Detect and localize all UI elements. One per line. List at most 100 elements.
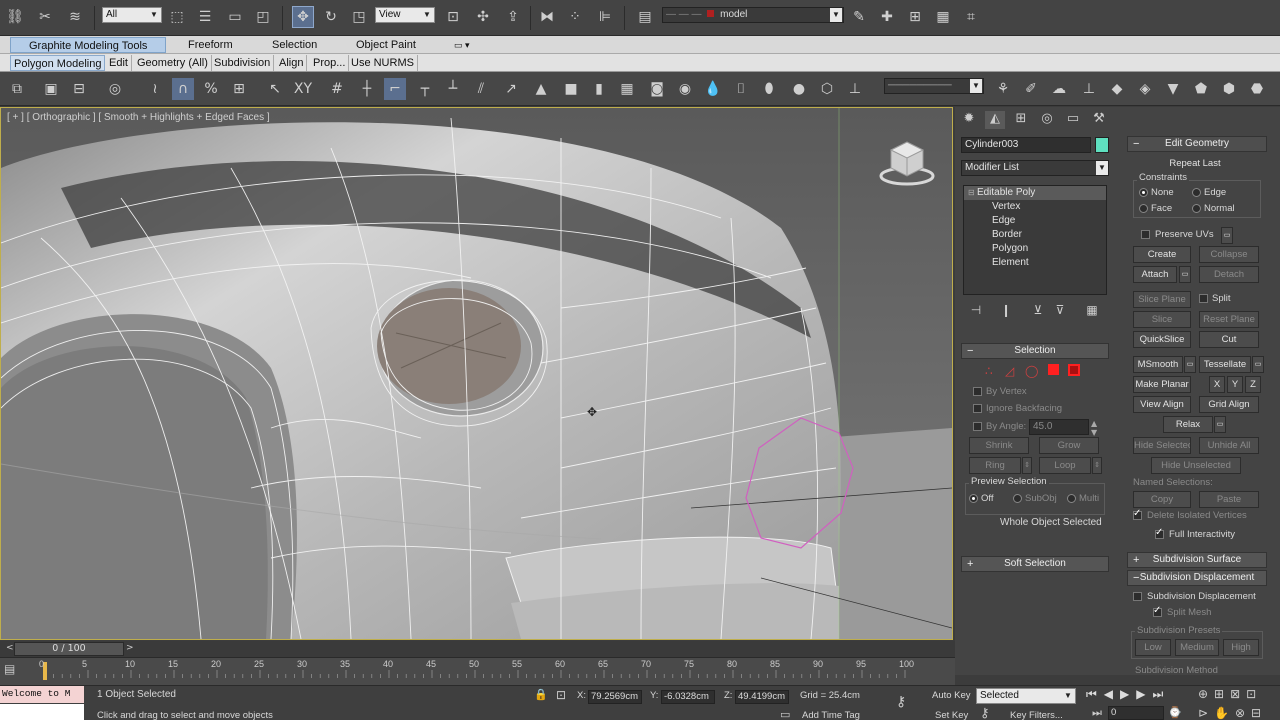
capsule-icon[interactable]: ⬮ <box>758 78 780 100</box>
preview-subobj-radio[interactable] <box>1013 494 1022 503</box>
set-key-icon[interactable]: ⚷ <box>980 706 990 720</box>
y-coord-field[interactable]: -6.0328cm <box>661 690 715 704</box>
snap-icon[interactable]: ⁘ <box>564 6 586 28</box>
window-crossing-icon[interactable]: ◰ <box>252 6 274 28</box>
grid-align-button[interactable]: Grid Align <box>1199 396 1259 413</box>
tube-icon[interactable]: ◙ <box>646 78 668 100</box>
preset-low-button[interactable]: Low <box>1135 639 1171 656</box>
stack-item-edge[interactable]: Edge <box>964 214 1106 228</box>
curve-editor-icon[interactable]: ⌗ <box>960 6 982 28</box>
angle-value-field[interactable]: 45.0 <box>1029 419 1089 435</box>
time-slider[interactable]: < 0 / 100 > <box>0 641 955 657</box>
ring-spinner-icon[interactable]: ⇕ <box>1022 457 1032 474</box>
constraint-normal-radio[interactable] <box>1192 204 1201 213</box>
perspective-viewport[interactable]: ✥ [ + ] [ Orthographic ] [ Smooth + High… <box>0 107 953 640</box>
percent-icon[interactable]: % <box>200 78 222 100</box>
pivot-icon[interactable]: ⊡ <box>442 6 464 28</box>
layer-icon[interactable]: ▤ <box>634 6 656 28</box>
by-vertex-checkbox[interactable] <box>973 387 982 396</box>
make-planar-button[interactable]: Make Planar <box>1133 376 1191 393</box>
modifier-list-dropdown[interactable]: Modifier List ▼ <box>961 160 1109 176</box>
key-mode-dropdown[interactable]: Selected ▼ <box>976 688 1076 704</box>
pinch-icon[interactable]: ◆ <box>1106 78 1128 100</box>
remove-modifier-icon[interactable]: ⊽ <box>1049 299 1071 321</box>
tessellate-button[interactable]: Tessellate <box>1199 356 1251 373</box>
configure-sets-icon[interactable]: ▦ <box>1081 299 1103 321</box>
brush-dropdown[interactable]: ───────── ▼ <box>884 78 984 94</box>
lock-icon[interactable]: 🔒 <box>534 688 548 701</box>
ignore-backfacing-checkbox[interactable] <box>973 404 982 413</box>
deform-icon[interactable]: ⚘ <box>992 78 1014 100</box>
swift-loop-icon[interactable]: ◎ <box>104 78 126 100</box>
cylinder-icon[interactable]: ▮ <box>588 78 610 100</box>
slice-button[interactable]: Slice <box>1133 311 1191 328</box>
named-selection-dropdown[interactable]: — — — model ▼ <box>662 7 844 23</box>
link-icon[interactable]: ⛓ <box>4 6 26 28</box>
track-bar[interactable]: ▤ 0 5 10 15 20 25 30 35 40 45 50 55 60 65 70 75 80 85 90 95… <box>0 657 955 685</box>
maxscript-listener[interactable]: Welcome to M <box>0 686 84 703</box>
subtab-properties[interactable]: Prop... <box>310 55 350 71</box>
time-tag-icon[interactable]: ▭ <box>780 708 790 720</box>
create-tab-icon[interactable]: ✹ <box>959 111 979 129</box>
grow-button[interactable]: Grow <box>1039 437 1099 454</box>
key-mode-toggle-icon[interactable]: ⏭ <box>1092 706 1102 720</box>
selection-filter-dropdown[interactable]: All ▼ <box>102 7 162 23</box>
polygon-modeling-icon[interactable]: ⧉ <box>6 78 28 100</box>
unhide-all-button[interactable]: Unhide All <box>1199 437 1259 454</box>
slice-plane-button[interactable]: Slice Plane <box>1133 291 1191 308</box>
attach-button[interactable]: Attach <box>1133 266 1177 283</box>
subtab-edit[interactable]: Edit <box>106 55 132 71</box>
repeat-last-button[interactable]: Repeat Last <box>1135 155 1255 172</box>
stack-item-element[interactable]: Element <box>964 256 1106 270</box>
tessellate-settings-icon[interactable]: ▭ <box>1252 356 1264 373</box>
mirror-icon[interactable]: ⧓ <box>536 6 558 28</box>
msmooth-settings-icon[interactable]: ▭ <box>1184 356 1196 373</box>
edge-snap-icon[interactable]: ⌐ <box>384 78 406 100</box>
auto-key-button[interactable]: Auto Key <box>932 690 971 701</box>
unlink-icon[interactable]: ✂ <box>34 6 56 28</box>
tab-selection[interactable]: Selection <box>272 37 317 53</box>
attach-list-icon[interactable]: ▭ <box>1179 266 1191 283</box>
paint-icon[interactable]: ✐ <box>1020 78 1042 100</box>
viewcube[interactable] <box>879 136 935 188</box>
pin-stack-icon[interactable]: ⊣ <box>965 299 987 321</box>
x-coord-field[interactable]: 79.2569cm <box>588 690 642 704</box>
stack-item-polygon[interactable]: Polygon <box>964 242 1106 256</box>
subdivision-displacement-rollout-header[interactable]: − Subdivision Displacement <box>1127 570 1267 586</box>
rotate-icon[interactable]: ↻ <box>320 6 342 28</box>
stack-item-vertex[interactable]: Vertex <box>964 200 1106 214</box>
spinner-icon[interactable]: ▲ ▼ <box>1091 419 1097 437</box>
preset-high-button[interactable]: High <box>1223 639 1259 656</box>
planar-x-button[interactable]: X <box>1209 376 1225 393</box>
align-icon[interactable]: ⊫ <box>594 6 616 28</box>
bind-space-warp-icon[interactable]: ≋ <box>64 6 86 28</box>
time-slider-thumb[interactable]: 0 / 100 <box>14 642 124 656</box>
constraint-edge-radio[interactable] <box>1192 188 1201 197</box>
absolute-mode-icon[interactable]: ⊡ <box>556 688 566 702</box>
ring-button[interactable]: Ring <box>969 457 1021 474</box>
edge-mode-icon[interactable]: ◿ <box>1005 364 1014 378</box>
paste-button[interactable]: Paste <box>1199 491 1259 508</box>
delete-isolated-checkbox[interactable] <box>1133 508 1142 520</box>
full-interactivity-checkbox[interactable] <box>1155 527 1164 539</box>
edit-geometry-rollout-header[interactable]: − Edit Geometry <box>1127 136 1267 152</box>
by-angle-checkbox[interactable] <box>973 422 982 431</box>
pyramid-icon[interactable]: ▲ <box>530 78 552 100</box>
slider-next-icon[interactable]: > <box>126 643 134 653</box>
split-mesh-checkbox[interactable] <box>1153 605 1162 617</box>
select-by-name-icon[interactable]: ☰ <box>194 6 216 28</box>
show-end-result-icon[interactable]: ❙ <box>995 299 1017 321</box>
tessellate-icon[interactable]: ⊞ <box>228 78 250 100</box>
preserve-uvs-checkbox[interactable] <box>1141 230 1150 239</box>
constraint-none-radio[interactable] <box>1139 188 1148 197</box>
sphere-icon[interactable]: ● <box>788 78 810 100</box>
loop-button[interactable]: Loop <box>1039 457 1091 474</box>
polygon-mode-icon[interactable] <box>1048 364 1059 375</box>
relax-button[interactable]: Relax <box>1163 416 1213 433</box>
revert-icon[interactable]: ⬟ <box>1190 78 1212 100</box>
selection-rollout-header[interactable]: − Selection <box>961 343 1109 359</box>
copy-button[interactable]: Copy <box>1133 491 1191 508</box>
preview-off-radio[interactable] <box>969 494 978 503</box>
slider-prev-icon[interactable]: < <box>6 643 14 653</box>
viewport-nav-controls-2[interactable]: ⊳✋⊗⊟ <box>1198 706 1267 720</box>
